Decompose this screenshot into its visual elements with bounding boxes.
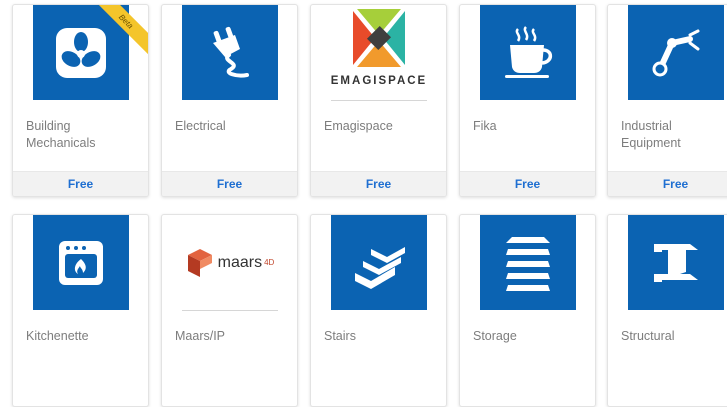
app-tile (182, 5, 278, 100)
app-tile: maars 4D (182, 215, 278, 311)
oven-icon (59, 240, 103, 285)
app-name: Storage (473, 329, 517, 343)
app-tile (628, 215, 724, 310)
app-tile (628, 5, 724, 100)
app-card-fika[interactable]: Fika Free (459, 4, 596, 197)
app-card-kitchenette[interactable]: Kitchenette (12, 214, 149, 407)
maars-logo-text: maars (217, 253, 263, 271)
app-name: Emagispace (324, 119, 393, 133)
maars-logo-suffix: 4D (264, 258, 275, 267)
stairs-icon (355, 246, 405, 289)
app-name: Structural (621, 329, 675, 343)
app-name: Industrial Equipment (621, 119, 681, 150)
app-card-maars-ip[interactable]: maars 4D Maars/IP (161, 214, 298, 407)
app-tile: EMAGISPACE (331, 5, 427, 101)
app-card-emagispace[interactable]: EMAGISPACE Emagispace Free (310, 4, 447, 197)
price-label[interactable]: Free (13, 171, 148, 196)
price-label[interactable]: Free (608, 171, 727, 196)
maars-logo (187, 248, 212, 277)
app-card-stairs[interactable]: Stairs (310, 214, 447, 407)
app-card-electrical[interactable]: Electrical Free (161, 4, 298, 197)
app-name: Maars/IP (175, 329, 226, 343)
price-label[interactable]: Free (162, 171, 297, 196)
app-card-building-mechanicals[interactable]: Beta Building Mechanicals Free (12, 4, 149, 197)
app-tile (331, 215, 427, 310)
shelves-icon (506, 236, 550, 291)
app-tile (33, 215, 129, 310)
app-name: Building Mechanicals (26, 119, 96, 150)
beta-label: Beta (90, 5, 148, 61)
app-card-industrial-equipment[interactable]: Industrial Equipment Free (607, 4, 727, 197)
plug-icon (213, 26, 249, 77)
emagispace-logo (353, 9, 405, 67)
app-name: Fika (473, 119, 497, 133)
app-name: Kitchenette (26, 329, 89, 343)
i-beam-icon (654, 243, 698, 282)
coffee-cup-icon (505, 25, 553, 78)
emagispace-logo-text: EMAGISPACE (330, 75, 428, 87)
robot-arm-icon (652, 29, 700, 76)
app-card-structural[interactable]: Structural (607, 214, 727, 407)
price-label[interactable]: Free (311, 171, 446, 196)
app-name: Stairs (324, 329, 356, 343)
app-card-storage[interactable]: Storage (459, 214, 596, 407)
app-tile (480, 215, 576, 310)
price-label[interactable]: Free (460, 171, 595, 196)
beta-ribbon: Beta (90, 5, 148, 63)
app-name: Electrical (175, 119, 226, 133)
app-tile (480, 5, 576, 100)
